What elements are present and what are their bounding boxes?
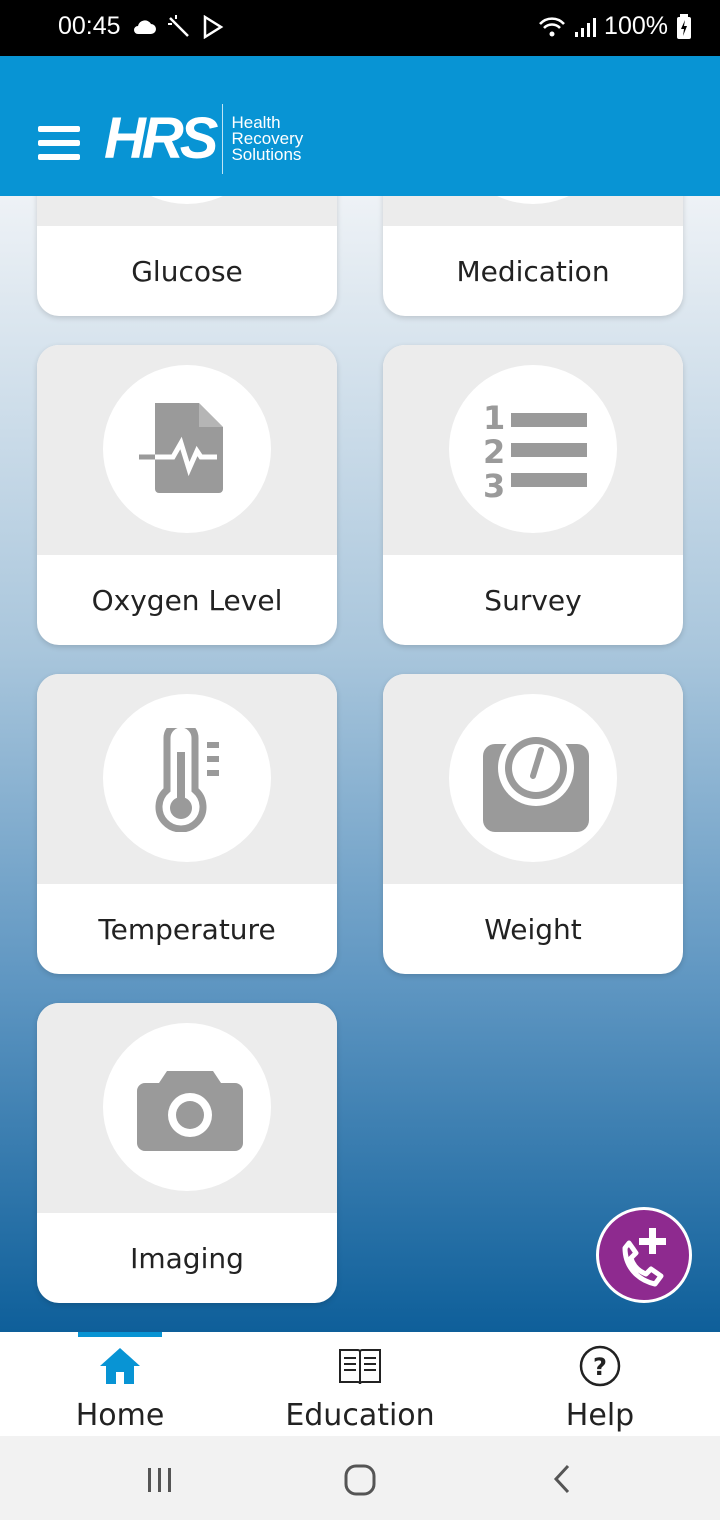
card-oxygen-level[interactable]: Oxygen Level bbox=[37, 345, 337, 645]
card-label: Medication bbox=[456, 254, 610, 288]
card-temperature[interactable]: Temperature bbox=[37, 674, 337, 974]
card-label: Weight bbox=[484, 912, 582, 946]
svg-text:2: 2 bbox=[483, 433, 505, 471]
logo-text-line: Solutions bbox=[231, 145, 302, 164]
bottom-navigation: Home Education ? Help bbox=[0, 1332, 720, 1436]
phone-plus-icon bbox=[622, 1228, 666, 1287]
system-navigation-bar bbox=[0, 1436, 720, 1520]
card-header bbox=[383, 196, 683, 226]
svg-text:3: 3 bbox=[483, 467, 505, 503]
nav-education-label: Education bbox=[285, 1398, 435, 1433]
recent-apps-button[interactable] bbox=[146, 1466, 174, 1494]
status-time: 00:45 bbox=[58, 12, 121, 40]
help-icon: ? bbox=[579, 1345, 621, 1387]
card-header bbox=[37, 1003, 337, 1213]
hamburger-icon bbox=[38, 126, 80, 132]
logo-divider bbox=[222, 104, 224, 174]
nav-education[interactable]: Education bbox=[240, 1332, 480, 1436]
nav-home[interactable]: Home bbox=[0, 1332, 240, 1436]
hamburger-icon-line bbox=[38, 140, 80, 146]
camera-icon bbox=[137, 1071, 243, 1151]
card-medication[interactable]: Medication bbox=[383, 196, 683, 316]
card-icon-circle bbox=[103, 1023, 271, 1191]
card-header: 1 2 3 bbox=[383, 345, 683, 555]
svg-text:1: 1 bbox=[483, 399, 505, 437]
card-weight[interactable]: Weight bbox=[383, 674, 683, 974]
svg-text:?: ? bbox=[593, 1353, 607, 1381]
play-store-icon bbox=[203, 15, 224, 39]
nav-help-label: Help bbox=[565, 1398, 635, 1433]
hrs-logo: HRS Health Recovery Solutions bbox=[104, 104, 303, 174]
glucose-icon bbox=[103, 196, 271, 204]
status-right: 100% bbox=[538, 12, 692, 41]
card-imaging[interactable]: Imaging bbox=[37, 1003, 337, 1303]
card-header bbox=[37, 674, 337, 884]
card-label: Oxygen Level bbox=[91, 583, 283, 617]
back-button[interactable] bbox=[552, 1464, 572, 1494]
card-icon-circle bbox=[103, 365, 271, 533]
hamburger-icon-line bbox=[38, 154, 80, 160]
numbered-list-icon: 1 2 3 bbox=[483, 399, 587, 503]
scale-icon bbox=[483, 730, 589, 832]
magic-wand-icon bbox=[168, 15, 189, 37]
notification-icons bbox=[132, 14, 224, 40]
home-button[interactable] bbox=[344, 1464, 376, 1496]
home-content: Glucose Medication Oxygen Level 1 2 3 Su… bbox=[0, 196, 720, 1332]
logo-mark: HRS bbox=[104, 106, 218, 171]
signal-icon bbox=[575, 17, 597, 37]
nav-home-label: Home bbox=[75, 1398, 165, 1433]
book-icon bbox=[339, 1349, 381, 1385]
medication-icon bbox=[449, 196, 617, 204]
cloud-icon bbox=[134, 20, 156, 34]
document-pulse-icon bbox=[139, 403, 223, 493]
card-label: Survey bbox=[484, 583, 582, 617]
card-icon-circle bbox=[449, 694, 617, 862]
card-header bbox=[383, 674, 683, 884]
nav-active-indicator bbox=[78, 1332, 162, 1337]
nav-help[interactable]: ? Help bbox=[480, 1332, 720, 1436]
card-label: Glucose bbox=[131, 254, 243, 288]
card-header bbox=[37, 345, 337, 555]
card-icon-circle: 1 2 3 bbox=[449, 365, 617, 533]
add-call-button[interactable] bbox=[596, 1207, 692, 1303]
status-bar: 00:45 100% bbox=[0, 0, 720, 56]
card-label: Imaging bbox=[130, 1241, 244, 1275]
card-glucose[interactable]: Glucose bbox=[37, 196, 337, 316]
battery-percent: 100% bbox=[604, 12, 668, 40]
card-label: Temperature bbox=[98, 912, 276, 946]
card-survey[interactable]: 1 2 3 Survey bbox=[383, 345, 683, 645]
card-icon-circle bbox=[103, 694, 271, 862]
home-icon bbox=[100, 1348, 140, 1384]
app-bar: HRS Health Recovery Solutions bbox=[0, 56, 720, 196]
thermometer-icon bbox=[155, 728, 219, 832]
battery-icon bbox=[677, 13, 691, 39]
menu-button[interactable] bbox=[38, 126, 82, 162]
card-header bbox=[37, 196, 337, 226]
wifi-icon bbox=[539, 16, 565, 36]
logo-text: Health Recovery Solutions bbox=[231, 114, 303, 164]
